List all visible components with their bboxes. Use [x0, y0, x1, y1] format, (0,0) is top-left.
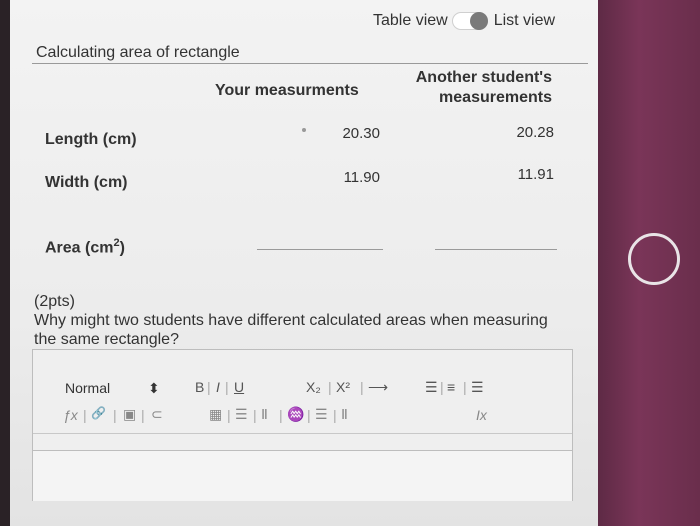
question-block: (2pts) Why might two students have diffe… [34, 292, 554, 349]
list-view-label[interactable]: List view [494, 12, 555, 30]
editor-toolbar: Normal ⬍ B | I | U X₂ | X² | ⟶ ☰ | ≡ | ☰… [33, 350, 572, 434]
remove-format-icon[interactable]: Ix [476, 407, 487, 423]
attach-icon[interactable]: ⊂ [151, 406, 163, 423]
italic-button[interactable]: I [216, 379, 220, 395]
view-toggle-row: Table view List view [373, 12, 555, 30]
table-icon[interactable]: ▦ [209, 406, 222, 423]
cell-width-other: 11.91 [517, 166, 554, 183]
toolbar-separator: | [141, 407, 145, 423]
indent-icon[interactable]: ☰ [235, 406, 248, 423]
toggle-knob [469, 12, 488, 30]
toolbar-separator: | [253, 407, 257, 423]
toolbar-separator: | [307, 407, 311, 423]
clear-format-icon[interactable]: Ⅱ [341, 406, 348, 423]
screen: Table view List view Calculating area of… [10, 0, 598, 526]
row-label-width: Width (cm) [45, 174, 128, 191]
area-label-text: Area (cm [45, 239, 114, 257]
toolbar-separator: | [279, 407, 283, 423]
section-title: Calculating area of rectangle [36, 44, 240, 61]
area-input-other [435, 249, 557, 250]
underline-button[interactable]: U [234, 379, 244, 395]
column-header-other-line1: Another student's [415, 69, 552, 86]
question-text: Why might two students have different ca… [34, 312, 548, 348]
column-header-your: Your measurments [215, 82, 359, 99]
row-label-area: Area (cm2) [45, 237, 125, 257]
format-select[interactable]: Normal [65, 380, 110, 396]
arrow-button[interactable]: ⟶ [368, 379, 388, 396]
column-header-other: Another student's measurements [400, 68, 552, 108]
area-label-close: ) [119, 239, 125, 257]
link-icon[interactable]: 🔗 [91, 406, 106, 420]
row-label-length: Length (cm) [45, 131, 137, 148]
align-icon[interactable]: ☰ [471, 379, 484, 396]
question-points: (2pts) [34, 293, 75, 310]
subscript-button[interactable]: X₂ [306, 379, 321, 395]
toolbar-separator: | [225, 379, 229, 395]
answer-text-area[interactable] [33, 450, 572, 501]
table-view-label[interactable]: Table view [373, 12, 448, 30]
device-edge [0, 0, 10, 526]
cursor-dot [302, 128, 306, 132]
bold-button[interactable]: B [195, 379, 204, 395]
format-select-arrow-icon[interactable]: ⬍ [148, 380, 160, 397]
align-center-icon[interactable]: ☰ [315, 406, 328, 423]
toolbar-separator: | [113, 407, 117, 423]
rich-text-editor: Normal ⬍ B | I | U X₂ | X² | ⟶ ☰ | ≡ | ☰… [32, 349, 573, 501]
toolbar-separator: | [333, 407, 337, 423]
toolbar-separator: | [440, 379, 444, 395]
ordered-list-icon[interactable]: ☰ [425, 379, 438, 396]
cell-length-yours[interactable]: 20.30 [342, 125, 380, 142]
formula-icon[interactable]: ƒx [63, 407, 78, 423]
column-header-other-line2: measurements [439, 89, 552, 106]
toolbar-separator: | [463, 379, 467, 395]
home-button[interactable] [628, 233, 680, 285]
toolbar-separator: | [227, 407, 231, 423]
view-toggle[interactable] [451, 12, 488, 30]
outdent-icon[interactable]: Ⅱ [261, 406, 268, 423]
area-input-yours[interactable] [257, 249, 383, 250]
superscript-button[interactable]: X² [336, 379, 350, 395]
toolbar-separator: | [360, 379, 364, 395]
cell-length-other: 20.28 [516, 124, 554, 141]
bullet-list-icon[interactable]: ≡ [447, 379, 455, 395]
section-divider [32, 63, 588, 64]
image-icon[interactable]: ▣ [123, 406, 136, 423]
toolbar-separator: | [207, 379, 211, 395]
special-char-icon[interactable]: ♒ [287, 406, 304, 423]
cell-width-yours[interactable]: 11.90 [344, 169, 380, 186]
toolbar-separator: | [83, 407, 87, 423]
toolbar-separator: | [328, 379, 332, 395]
